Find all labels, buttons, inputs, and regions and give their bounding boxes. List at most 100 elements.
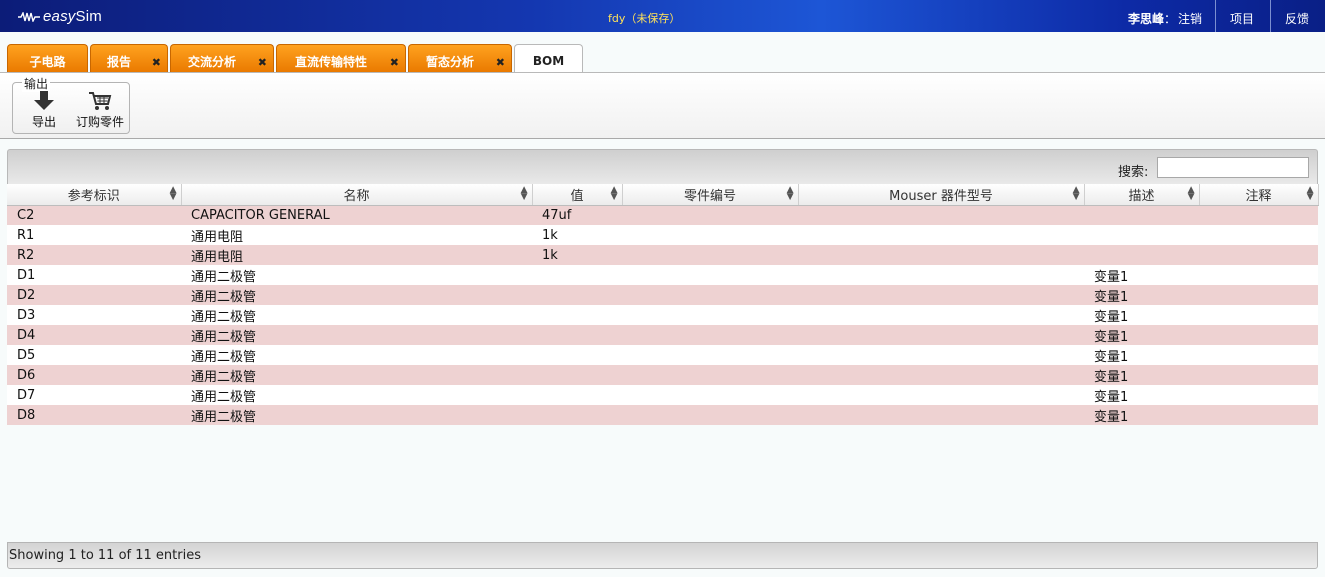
table-cell: 变量1 [1084,285,1199,305]
export-label: 导出 [31,115,56,129]
column-header-description[interactable]: 描述 ▲ ▼ [1084,184,1200,206]
sort-icon[interactable]: ▲ ▼ [611,186,618,202]
table-cell [1199,245,1318,265]
tab-label: 交流分析 [187,55,236,69]
table-row[interactable]: D1 通用二极管 变量1 [7,265,1318,285]
table-cell: 变量1 [1084,385,1199,405]
tab-label: 直流传输特性 [294,55,367,69]
table-footer: Showing 1 to 11 of 11 entries [7,542,1318,569]
table-cell [532,385,622,405]
shopping-cart-icon [89,92,112,110]
top-header: easy Sim fdy（未保存） 李思峰 ： 注销 项目 反馈 [0,0,1325,32]
logout-link[interactable]: 注销 [1178,10,1202,27]
table-row[interactable]: D7 通用二极管 变量1 [7,385,1318,405]
tab-label: 子电路 [29,55,66,69]
table-body: C2 CAPACITOR GENERAL 47uf R1 通用电阻 1k R2 通用电阻 1k D… [7,205,1318,425]
logo-text-easy: easy [43,8,76,25]
table-cell: D6 [7,365,181,385]
table-cell [622,345,798,365]
table-cell [532,405,622,425]
tab-label: 报告 [106,55,131,69]
tab-subcircuit[interactable]: 子电路 [7,44,88,72]
column-header-name[interactable]: 名称 ▲ ▼ [181,184,533,206]
table-cell [1199,305,1318,325]
tab-label: 暂态分析 [425,55,474,69]
table-cell [532,365,622,385]
table-cell: C2 [7,205,181,225]
close-icon[interactable]: ✖ [152,56,161,69]
table-row[interactable]: D6 通用二极管 变量1 [7,365,1318,385]
close-icon[interactable]: ✖ [258,56,267,69]
table-cell: D4 [7,325,181,345]
table-cell [798,285,1084,305]
table-row[interactable]: D2 通用二极管 变量1 [7,285,1318,305]
table-cell: 通用二极管 [181,265,532,285]
order-parts-button[interactable]: 订购零件 [73,91,127,130]
table-cell: 通用电阻 [181,245,532,265]
table-cell [1199,325,1318,345]
close-icon[interactable]: ✖ [496,56,505,69]
header-divider [1270,0,1271,32]
table-row[interactable]: C2 CAPACITOR GENERAL 47uf [7,205,1318,225]
column-label: 名称 [343,188,370,204]
table-cell: 通用二极管 [181,325,532,345]
column-label: 零件编号 [683,188,736,204]
table-cell: 1k [532,225,622,245]
table-cell [798,265,1084,285]
table-cell: 通用二极管 [181,365,532,385]
table-row[interactable]: D3 通用二极管 变量1 [7,305,1318,325]
table-cell: D2 [7,285,181,305]
tab-bom[interactable]: BOM [514,44,583,73]
tab-dc-transfer[interactable]: 直流传输特性 ✖ [276,44,406,72]
table-cell [798,325,1084,345]
table-cell [622,405,798,425]
projects-link[interactable]: 项目 [1230,10,1254,27]
sort-icon[interactable]: ▲ ▼ [521,186,528,202]
column-header-ref[interactable]: 参考标识 ▲ ▼ [7,184,182,206]
sort-icon[interactable]: ▲ ▼ [787,186,794,202]
table-cell [622,385,798,405]
export-button[interactable]: 导出 [31,91,57,130]
table-cell [798,245,1084,265]
tab-transient-analysis[interactable]: 暂态分析 ✖ [408,44,512,72]
table-cell [1199,385,1318,405]
tab-report[interactable]: 报告 ✖ [90,44,168,72]
feedback-link[interactable]: 反馈 [1285,10,1309,27]
column-label: 描述 [1128,188,1155,204]
table-row[interactable]: D5 通用二极管 变量1 [7,345,1318,365]
table-cell [798,405,1084,425]
table-row[interactable]: R1 通用电阻 1k [7,225,1318,245]
search-input[interactable] [1157,157,1309,178]
sort-icon[interactable]: ▲ ▼ [1307,186,1314,202]
table-row[interactable]: D4 通用二极管 变量1 [7,325,1318,345]
entries-info: Showing 1 to 11 of 11 entries [9,548,201,563]
sort-icon[interactable]: ▲ ▼ [1188,186,1195,202]
column-label: 注释 [1245,188,1272,204]
column-header-value[interactable]: 值 ▲ ▼ [532,184,623,206]
table-cell [1084,205,1199,225]
sort-icon[interactable]: ▲ ▼ [1073,186,1080,202]
table-row[interactable]: R2 通用电阻 1k [7,245,1318,265]
sort-icon[interactable]: ▲ ▼ [170,186,177,202]
table-cell [622,365,798,385]
table-cell [1199,345,1318,365]
column-header-part-number[interactable]: 零件编号 ▲ ▼ [622,184,799,206]
table-cell [798,225,1084,245]
table-row[interactable]: D8 通用二极管 变量1 [7,405,1318,425]
table-cell: 变量1 [1084,345,1199,365]
header-divider [1215,0,1216,32]
close-icon[interactable]: ✖ [390,56,399,69]
column-header-mouser-part[interactable]: Mouser 器件型号 ▲ ▼ [798,184,1085,206]
table-cell: 通用二极管 [181,305,532,325]
download-arrow-icon [34,91,54,110]
column-header-notes[interactable]: 注释 ▲ ▼ [1199,184,1319,206]
tab-ac-analysis[interactable]: 交流分析 ✖ [170,44,274,72]
table-cell: 47uf [532,205,622,225]
logo-text-sim: Sim [75,8,102,25]
table-cell [532,325,622,345]
document-title: fdy（未保存） [608,12,681,25]
table-cell: 变量1 [1084,405,1199,425]
table-cell: 变量1 [1084,325,1199,345]
order-parts-label: 订购零件 [75,115,124,129]
table-cell [622,225,798,245]
